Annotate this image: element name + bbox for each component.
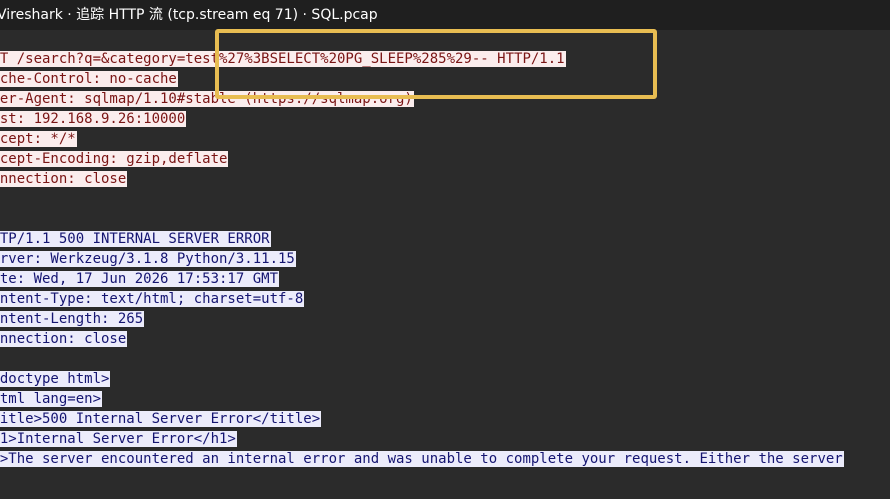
response-header: Server: Werkzeug/3.1.8 Python/3.11.15	[0, 249, 296, 269]
response-status-text: HTTP/1.1 500 INTERNAL SERVER ERROR	[0, 231, 271, 247]
response-header-content-length: Content-Length: 265	[0, 311, 145, 327]
window-title: Vireshark · 追踪 HTTP 流 (tcp.stream eq 71)…	[0, 7, 378, 23]
request-header-accept: Accept: */*	[0, 131, 77, 147]
response-body-line: <html lang=en>	[0, 389, 103, 409]
request-header: User-Agent: sqlmap/1.10#stable (https://…	[0, 89, 414, 109]
response-body-line: <h1>Internal Server Error</h1>	[0, 429, 237, 449]
response-body-title-tag: <title>500 Internal Server Error</title>	[0, 411, 322, 427]
request-header-connection: Connection: close	[0, 171, 128, 187]
request-header: Host: 192.168.9.26:10000	[0, 109, 187, 129]
response-body-line: <p>The server encountered an internal er…	[0, 449, 844, 469]
response-body-html-tag: <html lang=en>	[0, 391, 103, 407]
response-header: Content-Length: 265	[0, 309, 145, 329]
request-header: Accept-Encoding: gzip,deflate	[0, 149, 229, 169]
response-header-date: Date: Wed, 17 Jun 2026 17:53:17 GMT	[0, 271, 280, 287]
response-header: Content-Type: text/html; charset=utf-8	[0, 289, 305, 309]
window-titlebar: Vireshark · 追踪 HTTP 流 (tcp.stream eq 71)…	[0, 0, 890, 30]
response-header: Date: Wed, 17 Jun 2026 17:53:17 GMT	[0, 269, 280, 289]
response-status-line: HTTP/1.1 500 INTERNAL SERVER ERROR	[0, 229, 271, 249]
response-header-connection: Connection: close	[0, 331, 128, 347]
request-line-text: GET /search?q=&category=test%27%3BSELECT…	[0, 51, 566, 67]
response-body-h1-tag: <h1>Internal Server Error</h1>	[0, 431, 237, 447]
response-header-content-type: Content-Type: text/html; charset=utf-8	[0, 291, 305, 307]
response-header-server: Server: Werkzeug/3.1.8 Python/3.11.15	[0, 251, 296, 267]
follow-stream-text-pane[interactable]: GET /search?q=&category=test%27%3BSELECT…	[0, 30, 890, 499]
request-header-accept-encoding: Accept-Encoding: gzip,deflate	[0, 151, 229, 167]
response-body-doctype: <!doctype html>	[0, 371, 111, 387]
request-header-user-agent: User-Agent: sqlmap/1.10#stable (https://…	[0, 91, 414, 107]
request-header: Cache-Control: no-cache	[0, 69, 178, 89]
response-body-line: <!doctype html>	[0, 369, 111, 389]
request-line: GET /search?q=&category=test%27%3BSELECT…	[0, 49, 566, 69]
response-body-line: <title>500 Internal Server Error</title>	[0, 409, 322, 429]
response-body-paragraph: <p>The server encountered an internal er…	[0, 451, 844, 467]
response-header: Connection: close	[0, 329, 128, 349]
request-header-cache-control: Cache-Control: no-cache	[0, 71, 178, 87]
request-header-host: Host: 192.168.9.26:10000	[0, 111, 187, 127]
request-header: Connection: close	[0, 169, 128, 189]
request-header: Accept: */*	[0, 129, 77, 149]
